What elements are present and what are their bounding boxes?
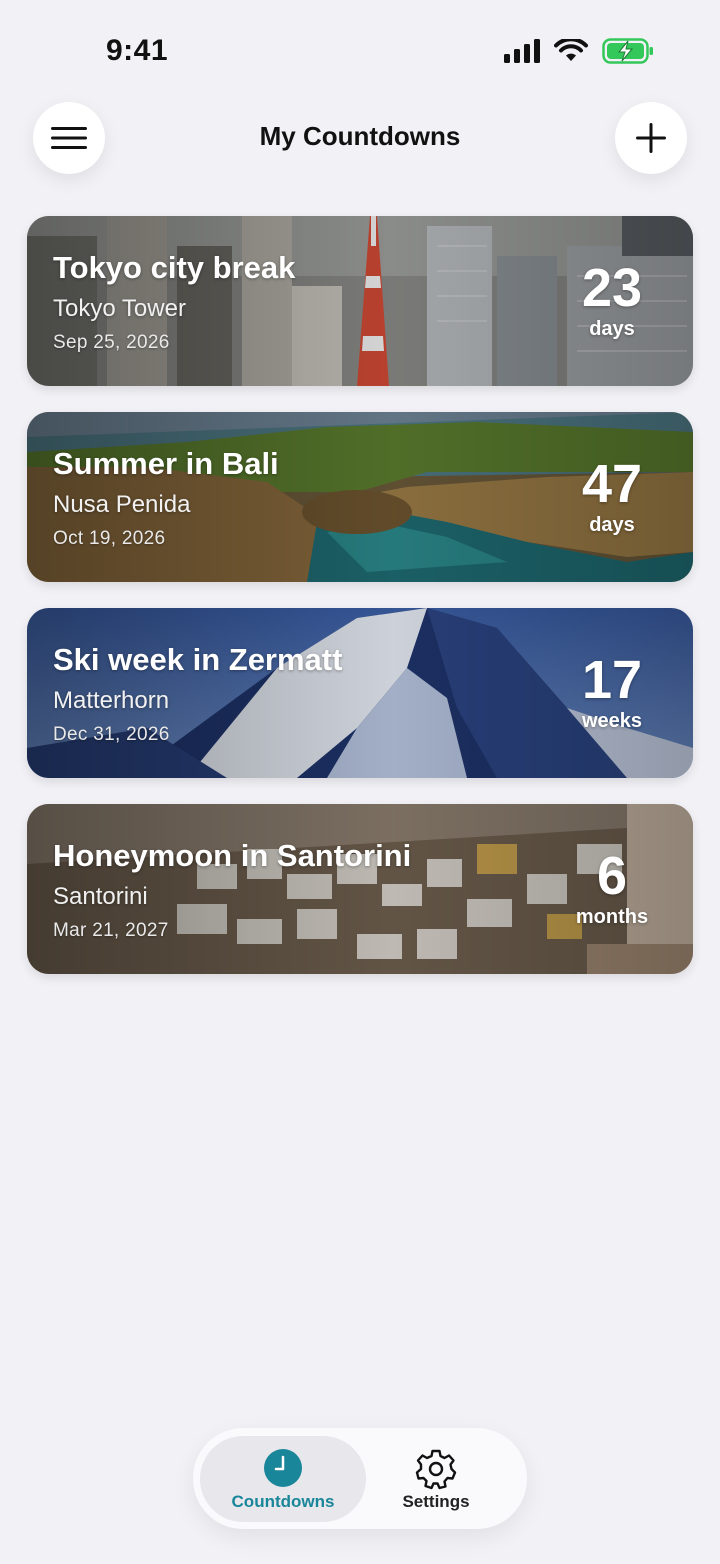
countdown-unit: days xyxy=(589,514,635,536)
countdown-card[interactable]: Honeymoon in Santorini Santorini Mar 21,… xyxy=(27,804,693,974)
gear-icon xyxy=(415,1449,457,1490)
countdown-date: Oct 19, 2026 xyxy=(53,528,166,549)
countdown-card[interactable]: Tokyo city break Tokyo Tower Sep 25, 202… xyxy=(27,216,693,386)
countdown-title: Honeymoon in Santorini xyxy=(53,838,412,873)
status-bar: 9:41 xyxy=(0,0,720,100)
page-title: My Countdowns xyxy=(259,121,461,151)
countdown-remaining: 23 days xyxy=(557,258,667,340)
countdown-remaining: 17 weeks xyxy=(557,650,667,732)
countdown-card[interactable]: Summer in Bali Nusa Penida Oct 19, 2026 … xyxy=(27,412,693,582)
cellular-signal-icon xyxy=(504,39,540,63)
countdown-value: 47 xyxy=(581,454,643,514)
countdown-location: Santorini xyxy=(53,883,148,910)
countdown-remaining: 6 months xyxy=(557,846,667,928)
battery-charging-icon xyxy=(602,38,653,64)
tab-label: Countdowns xyxy=(231,1492,335,1511)
countdown-remaining: 47 days xyxy=(557,454,667,536)
add-countdown-button[interactable] xyxy=(615,102,687,174)
countdown-date: Dec 31, 2026 xyxy=(53,724,170,745)
status-time: 9:41 xyxy=(106,34,169,67)
countdown-card[interactable]: Ski week in Zermatt Matterhorn Dec 31, 2… xyxy=(27,608,693,778)
tab-settings[interactable]: Settings xyxy=(353,1436,519,1522)
countdown-title: Tokyo city break xyxy=(53,250,296,285)
countdown-location: Nusa Penida xyxy=(53,491,191,518)
countdown-location: Matterhorn xyxy=(53,687,170,714)
tab-countdowns[interactable]: Countdowns xyxy=(200,1436,366,1522)
countdown-value: 23 xyxy=(581,258,643,318)
countdown-title: Ski week in Zermatt xyxy=(53,642,343,677)
countdown-date: Sep 25, 2026 xyxy=(53,332,170,353)
countdown-unit: days xyxy=(589,318,635,340)
countdown-title: Summer in Bali xyxy=(53,446,279,481)
countdown-unit: months xyxy=(575,906,649,928)
status-icons xyxy=(504,38,654,64)
clock-icon xyxy=(264,1449,302,1487)
tab-label: Settings xyxy=(402,1492,470,1511)
countdown-date: Mar 21, 2027 xyxy=(53,920,169,941)
countdown-location: Tokyo Tower xyxy=(53,295,186,322)
countdown-unit: weeks xyxy=(581,710,643,732)
wifi-icon xyxy=(554,39,588,61)
countdown-value: 6 xyxy=(596,846,628,906)
countdown-value: 17 xyxy=(581,650,643,710)
tab-bar: Countdowns Settings xyxy=(193,1428,527,1529)
plus-icon xyxy=(636,123,666,153)
